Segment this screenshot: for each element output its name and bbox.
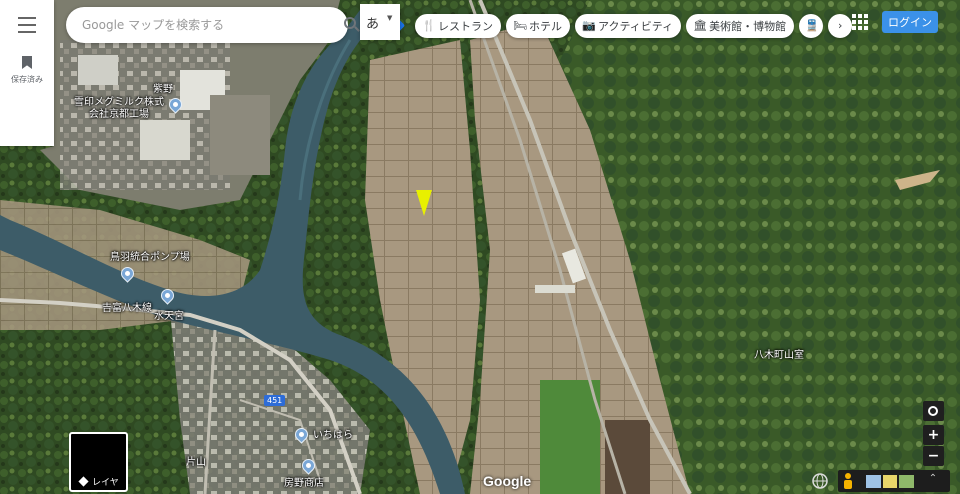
fork-knife-icon: 🍴: [422, 19, 436, 32]
location-marker-icon: [416, 190, 432, 216]
side-panel: 保存済み: [0, 0, 54, 146]
search-input[interactable]: [82, 15, 272, 35]
road-label-route: 吉富八木線: [102, 303, 152, 314]
my-location-button[interactable]: [923, 401, 944, 421]
place-label-yamamuro[interactable]: 八木町山室: [754, 350, 804, 362]
chip-transit[interactable]: 🚆: [799, 14, 824, 38]
place-label-pump[interactable]: 鳥羽統合ポンプ場: [110, 252, 190, 264]
chip-museums[interactable]: 🏛 美術館・博物館: [686, 14, 795, 38]
login-button[interactable]: ログイン: [882, 11, 938, 33]
chevron-up-icon: ⌃: [928, 473, 938, 484]
chip-hotels[interactable]: 🛏 ホテル: [506, 14, 570, 38]
chip-activities[interactable]: 📷 アクティビティ: [575, 14, 682, 38]
place-label-ichihara[interactable]: いちはら: [313, 430, 353, 442]
pegman-icon: [845, 473, 851, 479]
layers-button[interactable]: レイヤ: [69, 432, 128, 492]
chevron-down-icon: ▼: [387, 14, 393, 22]
zoom-in-button[interactable]: +: [923, 425, 944, 445]
imagery-thumbnails[interactable]: [866, 475, 915, 488]
zoom-out-button[interactable]: −: [923, 446, 944, 466]
apps-button[interactable]: [852, 14, 868, 30]
street-view-pegman[interactable]: [843, 473, 853, 489]
satellite-imagery: [0, 0, 960, 494]
chevron-right-icon: ›: [837, 19, 843, 32]
globe-view-button[interactable]: [810, 472, 830, 490]
place-label-shrine[interactable]: 水天宮: [154, 311, 184, 323]
globe-icon: [812, 473, 828, 489]
route-number-badge: 451: [264, 395, 286, 406]
chip-label: レストラン: [438, 20, 493, 33]
museum-icon: 🏛: [693, 19, 708, 32]
bookmark-icon: [22, 56, 32, 69]
camera-icon: 📷: [582, 19, 596, 32]
apps-grid-icon: [852, 14, 856, 18]
menu-button[interactable]: [14, 14, 40, 36]
layers-label: レイヤ: [92, 478, 119, 488]
category-chips: 🍴 レストラン 🛏 ホテル 📷 アクティビティ 🏛 美術館・博物館 🚆 ›: [415, 14, 853, 38]
chip-label: ホテル: [529, 20, 562, 33]
place-label-katayama[interactable]: 片山: [186, 457, 206, 469]
bed-icon: 🛏: [513, 19, 527, 32]
satellite-map[interactable]: [0, 0, 960, 494]
input-tool-button[interactable]: あ ▼: [360, 4, 400, 40]
chip-restaurants[interactable]: 🍴 レストラン: [415, 14, 501, 38]
menu-icon: [18, 17, 36, 19]
place-label-tokuno[interactable]: 紫野: [153, 84, 173, 96]
expand-toolbar-button[interactable]: ⌃: [926, 473, 940, 489]
google-logo: Google: [483, 473, 532, 489]
train-icon: 🚆: [805, 19, 819, 32]
search-button[interactable]: [342, 16, 362, 34]
chip-label: 美術館・博物館: [709, 20, 787, 33]
saved-label: 保存済み: [11, 75, 43, 84]
place-label-factory[interactable]: 雪印メグミルク株式会社京都工場: [70, 97, 168, 121]
saved-button[interactable]: 保存済み: [4, 56, 50, 85]
crosshair-icon: [928, 406, 938, 416]
chips-next-button[interactable]: ›: [828, 14, 853, 38]
layers-icon: [78, 476, 89, 487]
search-box: ➜: [66, 7, 406, 43]
input-tool-label: あ: [366, 17, 380, 32]
chip-label: アクティビティ: [598, 20, 674, 33]
place-label-shop[interactable]: 房野商店: [284, 478, 324, 490]
